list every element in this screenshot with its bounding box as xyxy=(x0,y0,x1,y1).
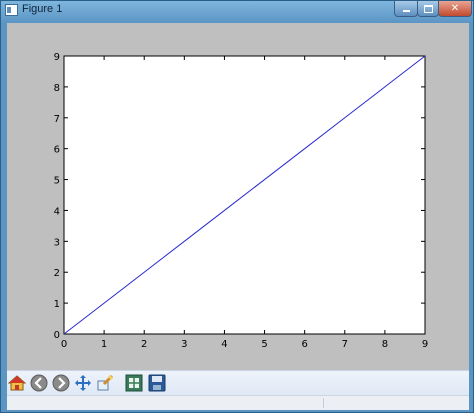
arrow-right-icon xyxy=(52,374,70,392)
minimize-button[interactable] xyxy=(394,1,418,17)
minimize-icon xyxy=(402,10,410,12)
close-icon: ✕ xyxy=(450,2,460,14)
maximize-button[interactable] xyxy=(417,1,439,17)
y-tick-label: 0 xyxy=(54,330,60,341)
floppy-icon xyxy=(148,374,166,392)
subplots-button[interactable] xyxy=(124,373,144,393)
y-tick-label: 4 xyxy=(54,206,60,217)
x-tick-label: 0 xyxy=(61,339,67,350)
x-tick-label: 2 xyxy=(141,339,147,350)
x-tick-label: 8 xyxy=(382,339,388,350)
save-button[interactable] xyxy=(147,373,167,393)
y-tick-label: 1 xyxy=(54,299,60,310)
figure-window: Figure 1 ✕ 0 1 2 3 4 5 6 7 8 9 0 1 2 3 4 5 6 7 8 9 xyxy=(0,0,474,413)
x-tick-label: 1 xyxy=(101,339,107,350)
close-button[interactable]: ✕ xyxy=(438,1,472,17)
app-icon xyxy=(5,4,18,16)
status-pane-coords xyxy=(324,398,468,408)
figure-client-area: 0 1 2 3 4 5 6 7 8 9 0 1 2 3 4 5 6 7 8 9 xyxy=(7,23,469,410)
y-tick-label: 9 xyxy=(54,52,60,63)
subplots-icon xyxy=(125,374,143,392)
x-tick-label: 6 xyxy=(301,339,307,350)
x-tick-label: 3 xyxy=(181,339,187,350)
home-icon xyxy=(8,375,26,391)
y-tick-label: 3 xyxy=(54,237,60,248)
y-tick-label: 6 xyxy=(54,145,60,156)
y-tick-label: 8 xyxy=(54,83,60,94)
pan-button[interactable] xyxy=(73,373,93,393)
status-bar xyxy=(7,395,469,410)
title-bar[interactable]: Figure 1 ✕ xyxy=(1,1,473,21)
zoom-button[interactable] xyxy=(95,373,115,393)
forward-button[interactable] xyxy=(51,373,71,393)
figure-canvas[interactable]: 0 1 2 3 4 5 6 7 8 9 0 1 2 3 4 5 6 7 8 9 xyxy=(7,23,469,370)
navigation-toolbar xyxy=(7,370,469,395)
status-pane-main xyxy=(7,398,324,408)
y-tick-label: 2 xyxy=(54,268,60,279)
x-tick-label: 5 xyxy=(261,339,267,350)
window-title: Figure 1 xyxy=(22,3,63,15)
y-tick-label: 5 xyxy=(54,176,60,187)
x-tick-label: 7 xyxy=(342,339,348,350)
home-button[interactable] xyxy=(7,373,27,393)
arrow-left-icon xyxy=(30,374,48,392)
x-tick-label: 9 xyxy=(422,339,428,350)
y-tick-label: 7 xyxy=(54,114,60,125)
zoom-rect-icon xyxy=(97,374,114,391)
move-icon xyxy=(75,375,91,391)
back-button[interactable] xyxy=(29,373,49,393)
maximize-icon xyxy=(423,4,433,13)
x-tick-label: 4 xyxy=(221,339,227,350)
